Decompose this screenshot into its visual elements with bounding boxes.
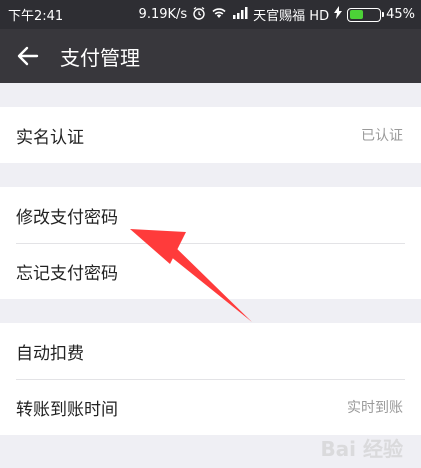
list-item-value: 已认证 — [361, 128, 403, 144]
watermark: Bai 经验 — [320, 437, 403, 461]
status-time: 下午2:41 — [8, 9, 64, 24]
network-speed: 9.19K/s — [138, 7, 188, 22]
alarm-icon — [192, 6, 206, 24]
list-item-label: 修改支付密码 — [16, 207, 118, 228]
charging-icon — [334, 6, 343, 23]
nav-bar: 支付管理 — [0, 29, 421, 83]
signal-icon — [232, 6, 248, 23]
battery-icon — [347, 7, 385, 22]
list-item-change-password[interactable]: 修改支付密码 — [0, 187, 421, 243]
status-bar: 下午2:41 9.19K/s 天官赐福 HD 45% — [0, 0, 421, 29]
wifi-icon — [211, 6, 227, 23]
carrier-name: 天官赐福 HD — [253, 9, 330, 24]
status-right-group: 9.19K/s 天官赐福 HD 45% — [139, 5, 415, 24]
list-item-label: 转账到账时间 — [16, 399, 118, 420]
list-item-label: 自动扣费 — [16, 343, 84, 364]
list-item-auto-deduct[interactable]: 自动扣费 — [0, 323, 421, 379]
list-item-transfer-time[interactable]: 转账到账时间 实时到账 — [0, 379, 421, 435]
list-item-value: 实时到账 — [347, 400, 403, 416]
battery-percent: 45% — [386, 7, 415, 22]
group-password: 修改支付密码 忘记支付密码 — [0, 187, 421, 299]
arrow-left-icon[interactable] — [0, 29, 56, 83]
group-payment: 自动扣费 转账到账时间 实时到账 — [0, 323, 421, 435]
battery-fill — [349, 10, 363, 19]
group-identity: 实名认证 已认证 — [0, 107, 421, 163]
list-item-label: 忘记支付密码 — [16, 263, 118, 284]
list-item-real-name[interactable]: 实名认证 已认证 — [0, 107, 421, 163]
list-item-label: 实名认证 — [16, 127, 84, 148]
list-item-forgot-password[interactable]: 忘记支付密码 — [0, 243, 421, 299]
page-title: 支付管理 — [60, 45, 140, 70]
